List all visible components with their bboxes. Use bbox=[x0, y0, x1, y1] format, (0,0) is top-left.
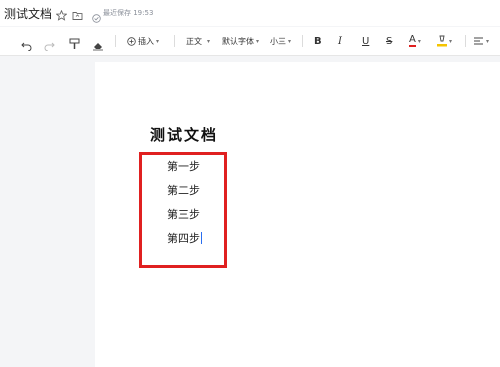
eraser-icon[interactable] bbox=[92, 36, 104, 51]
toolbar-separator bbox=[115, 35, 116, 47]
italic-label: I bbox=[338, 35, 342, 47]
align-button[interactable]: ▾ bbox=[474, 27, 489, 55]
chevron-down-icon: ▾ bbox=[288, 37, 292, 45]
save-status: 最近保存 19:53 bbox=[103, 9, 154, 17]
font-family-select[interactable]: 默认字体 ▾ bbox=[222, 27, 259, 55]
chevron-down-icon: ▾ bbox=[207, 37, 211, 45]
chevron-down-icon: ▾ bbox=[486, 37, 490, 45]
undo-icon[interactable] bbox=[21, 36, 32, 52]
highlighter-icon bbox=[437, 35, 447, 47]
italic-button[interactable]: I bbox=[338, 27, 342, 55]
toolbar-separator bbox=[465, 35, 466, 47]
underline-button[interactable]: U bbox=[362, 27, 369, 55]
title-bar: 测试文档 最近保存 19:53 bbox=[0, 0, 500, 26]
annotation-box bbox=[139, 152, 227, 268]
star-icon[interactable] bbox=[55, 6, 68, 21]
toolbar-separator bbox=[302, 35, 303, 47]
underline-label: U bbox=[362, 35, 370, 47]
redo-icon[interactable] bbox=[44, 36, 55, 52]
insert-label: 插入 bbox=[138, 36, 154, 46]
bold-label: B bbox=[314, 35, 322, 47]
chevron-down-icon: ▾ bbox=[256, 37, 260, 45]
align-icon bbox=[474, 36, 484, 46]
paragraph-style-value: 正文 bbox=[186, 36, 202, 46]
font-size-value: 小三 bbox=[270, 36, 286, 46]
insert-button[interactable]: 插入 ▾ bbox=[127, 27, 159, 55]
bold-button[interactable]: B bbox=[314, 27, 322, 55]
plus-circle-icon bbox=[127, 36, 136, 46]
font-color-button[interactable]: A ▾ bbox=[409, 27, 421, 55]
format-painter-icon[interactable] bbox=[69, 35, 80, 49]
toolbar-separator bbox=[174, 35, 175, 47]
chevron-down-icon: ▾ bbox=[156, 37, 160, 45]
font-size-select[interactable]: 小三 ▾ bbox=[270, 27, 291, 55]
font-color-label: A bbox=[409, 34, 416, 47]
folder-icon[interactable] bbox=[72, 6, 83, 20]
chevron-down-icon: ▾ bbox=[449, 37, 453, 45]
highlight-color-button[interactable]: ▾ bbox=[437, 27, 452, 55]
paragraph-style-select[interactable]: 正文 ▾ bbox=[186, 27, 210, 55]
document-page[interactable]: 测试文档 第一步 第二步 第三步 第四步 bbox=[95, 62, 500, 367]
strikethrough-button[interactable]: S bbox=[386, 27, 392, 55]
strikethrough-label: S bbox=[386, 35, 393, 47]
font-family-value: 默认字体 bbox=[222, 36, 254, 46]
document-heading[interactable]: 测试文档 bbox=[150, 124, 218, 145]
check-circle-icon bbox=[92, 8, 101, 23]
document-title[interactable]: 测试文档 bbox=[4, 5, 52, 22]
chevron-down-icon: ▾ bbox=[417, 37, 421, 45]
toolbar: 插入 ▾ 正文 ▾ 默认字体 ▾ 小三 ▾ B I U S A ▾ ▾ ▾ bbox=[0, 27, 500, 56]
